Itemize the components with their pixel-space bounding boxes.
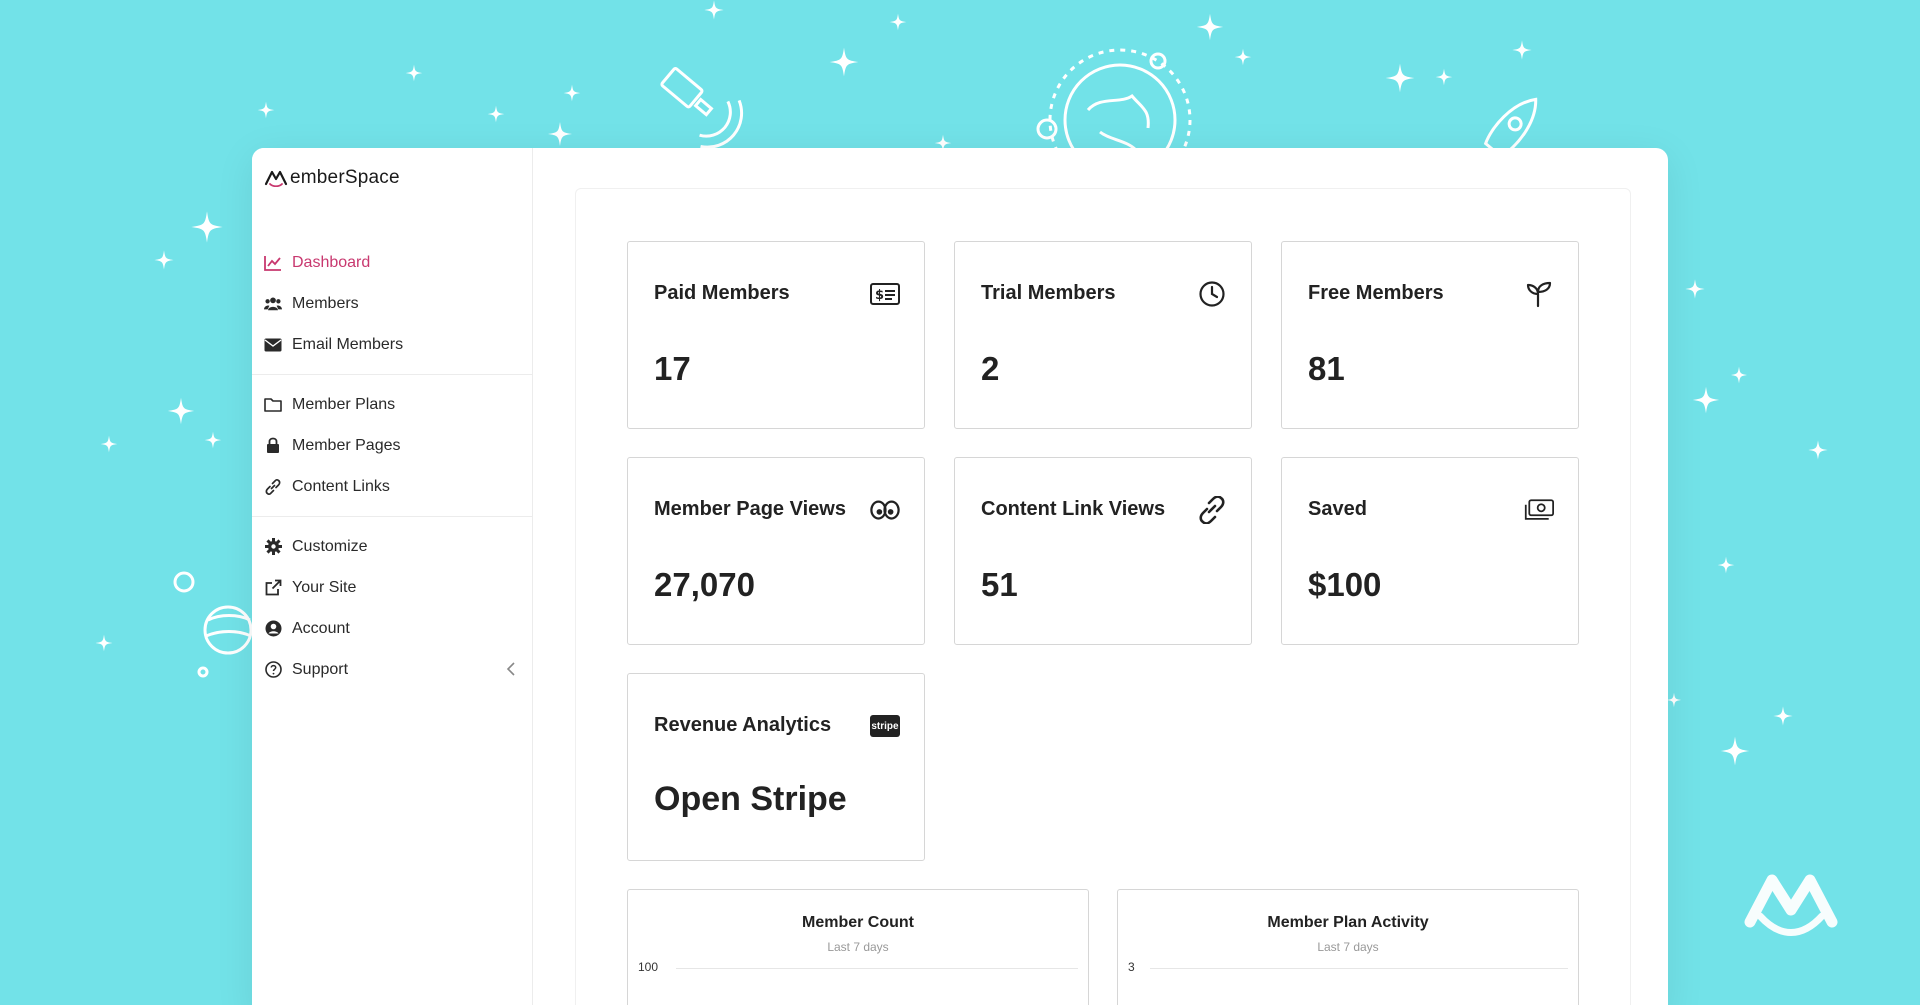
card-title: Trial Members [981,282,1116,304]
sidebar-item-label: Account [292,619,350,637]
user-circle-icon [264,620,282,638]
content-link-views-card[interactable]: Content Link Views 51 [954,457,1252,645]
chart-title: Member Plan Activity [1267,914,1429,931]
memberspace-logo-icon [264,169,288,188]
card-title: Saved [1308,498,1367,520]
clock-icon [1197,280,1227,308]
sidebar-item-label: Member Pages [292,436,401,454]
small-planet-icon [173,571,195,593]
sidebar-item-label: Support [292,660,349,678]
folder-icon [264,396,282,414]
free-members-card[interactable]: Free Members 81 [1281,241,1579,429]
y-tick-label: 3 [1128,960,1135,974]
card-title: Content Link Views [981,498,1166,520]
stripe-icon: stripe [870,712,900,740]
trial-members-card[interactable]: Trial Members 2 [954,241,1252,429]
link-icon [1197,496,1227,524]
link-icon [264,478,282,496]
external-link-icon [264,579,282,597]
card-value: 27,070 [654,566,755,603]
gridline [1150,968,1568,969]
sidebar-item-account[interactable]: Account [252,608,533,649]
dashboard-main: Paid Members $ 17 Trial Members 2 Free M… [533,148,1668,1005]
gridline [676,968,1078,969]
sidebar-item-member-pages[interactable]: Member Pages [252,425,533,466]
card-value: 2 [981,350,1000,387]
chart-subtitle: Last 7 days [827,940,889,954]
question-circle-icon [264,661,282,679]
sidebar-item-member-plans[interactable]: Member Plans [252,384,533,425]
card-value: 51 [981,566,1018,603]
paid-members-card[interactable]: Paid Members $ 17 [627,241,925,429]
card-value: $100 [1308,566,1382,603]
card-title: Member Page Views [654,498,846,520]
chart-subtitle: Last 7 days [1317,940,1379,954]
dashboard-panel: Paid Members $ 17 Trial Members 2 Free M… [575,188,1631,1005]
nav-group-settings: Customize Your Site Account Support [252,526,533,690]
card-title: Paid Members [654,282,790,304]
nav-divider [252,374,533,375]
card-title: Revenue Analytics [654,714,832,736]
striped-planet-icon [203,605,253,655]
sidebar-item-label: Customize [292,537,368,555]
sidebar: emberSpace Dashboard Members Email Membe… [252,148,533,1005]
sidebar-item-support[interactable]: Support [252,649,533,690]
card-value: 17 [654,350,691,387]
sidebar-item-label: Member Plans [292,395,396,413]
lock-icon [264,437,282,455]
brand-logo[interactable]: emberSpace [264,167,400,189]
sidebar-item-label: Content Links [292,477,390,495]
chart-title: Member Count [802,914,914,931]
sidebar-item-members[interactable]: Members [252,283,533,324]
sidebar-item-label: Members [292,294,359,312]
users-icon [264,295,282,313]
dollar-bill-icon: $ [870,280,900,308]
satellite-icon [660,67,744,149]
member-page-views-card[interactable]: Member Page Views 27,070 [627,457,925,645]
sprout-icon [1524,280,1554,308]
stripe-badge: stripe [870,715,900,737]
card-value: 81 [1308,350,1345,387]
app-window: emberSpace Dashboard Members Email Membe… [252,148,1668,1005]
member-count-chart: Member Count Last 7 days 100 [627,889,1089,1005]
envelope-icon [264,336,282,354]
svg-text:$: $ [875,288,884,303]
gear-icon [264,538,282,556]
sidebar-item-your-site[interactable]: Your Site [252,567,533,608]
sidebar-item-email-members[interactable]: Email Members [252,324,533,365]
sidebar-item-label: Dashboard [292,253,371,271]
y-tick-label: 100 [638,960,659,974]
open-stripe-link[interactable]: Open Stripe [654,780,847,819]
sidebar-item-label: Email Members [292,335,404,353]
memberspace-logo-icon [1744,874,1838,936]
sidebar-item-label: Your Site [292,578,357,596]
saved-card[interactable]: Saved $100 [1281,457,1579,645]
sidebar-item-customize[interactable]: Customize [252,526,533,567]
member-plan-activity-chart: Member Plan Activity Last 7 days 3 [1117,889,1579,1005]
sidebar-item-content-links[interactable]: Content Links [252,466,533,507]
sidebar-item-dashboard[interactable]: Dashboard [252,242,533,283]
nav-group-content: Member Plans Member Pages Content Links [252,384,533,507]
card-title: Free Members [1308,282,1444,304]
money-icon [1524,496,1554,524]
chart-line-icon [264,254,282,272]
revenue-analytics-card[interactable]: Revenue Analytics stripe Open Stripe [627,673,925,861]
nav-group-main: Dashboard Members Email Members [252,242,533,365]
brand-name: emberSpace [290,167,400,188]
eyes-icon [870,496,900,524]
nav-divider [252,516,533,517]
chevron-left-icon[interactable] [505,662,517,676]
